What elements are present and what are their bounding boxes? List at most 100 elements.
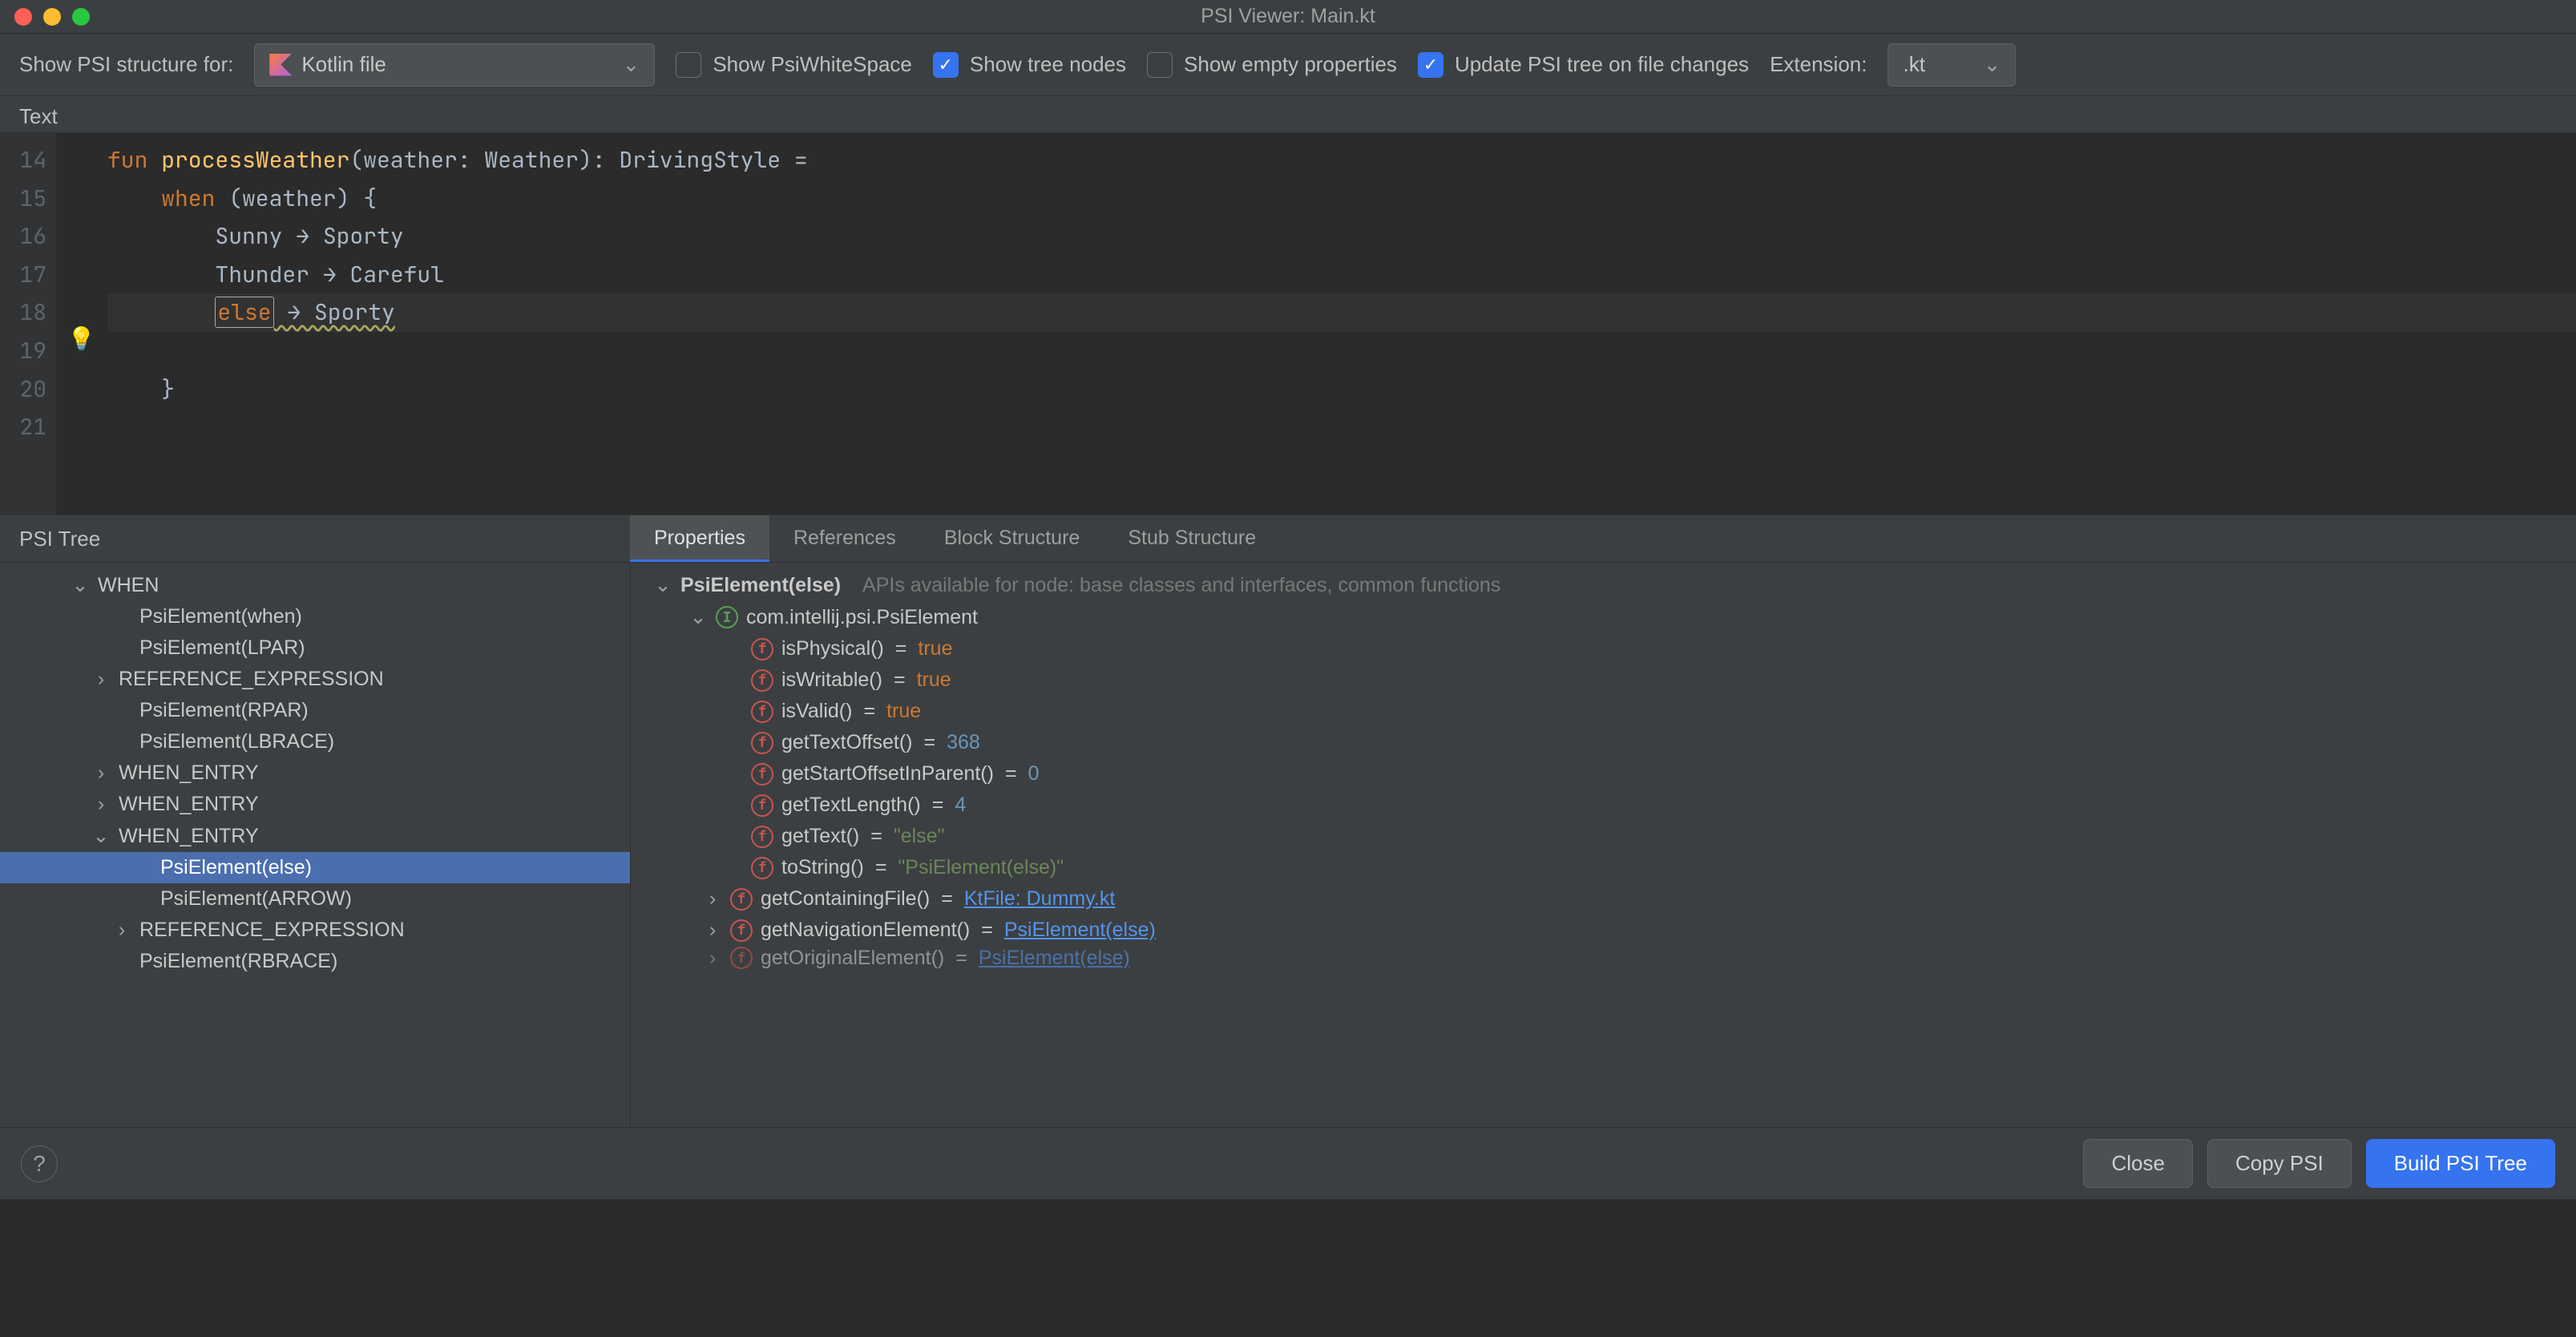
function-icon: f xyxy=(751,857,773,879)
property-row[interactable]: f getText() = "else" xyxy=(637,821,2576,852)
tab-block-structure[interactable]: Block Structure xyxy=(920,515,1104,562)
window-controls[interactable] xyxy=(0,8,90,26)
tree-node[interactable]: › WHEN_ENTRY xyxy=(0,789,630,820)
tree-node[interactable]: PsiElement(ARROW) xyxy=(0,883,630,915)
twisty-icon[interactable]: ⌄ xyxy=(688,605,708,629)
twisty-icon[interactable]: › xyxy=(91,668,111,691)
extension-label: Extension: xyxy=(1770,52,1867,77)
property-name: getContainingFile() xyxy=(761,887,930,911)
zoom-window-icon[interactable] xyxy=(72,8,90,26)
tree-node-label: PsiElement(RBRACE) xyxy=(139,950,337,973)
tree-node[interactable]: › REFERENCE_EXPRESSION xyxy=(0,915,630,946)
interface-header: ⌄ I com.intellij.psi.PsiElement xyxy=(637,601,2576,633)
property-row[interactable]: f isValid() = true xyxy=(637,696,2576,727)
show-tree-nodes-checkbox[interactable]: ✓ xyxy=(933,52,959,78)
tree-node[interactable]: PsiElement(LBRACE) xyxy=(0,726,630,757)
twisty-icon[interactable]: ⌄ xyxy=(91,824,111,848)
show-empty-properties-label: Show empty properties xyxy=(1184,52,1397,77)
twisty-icon[interactable]: ⌄ xyxy=(71,573,90,597)
tree-node-label: PsiElement(LPAR) xyxy=(139,636,305,660)
tabs: PropertiesReferencesBlock StructureStub … xyxy=(630,515,1280,562)
property-name: getStartOffsetInParent() xyxy=(781,762,994,786)
tab-references[interactable]: References xyxy=(769,515,920,562)
twisty-icon[interactable]: › xyxy=(703,947,722,970)
property-row[interactable]: f getTextOffset() = 368 xyxy=(637,727,2576,758)
tree-node-label: PsiElement(ARROW) xyxy=(160,887,352,911)
property-row[interactable]: › f getOriginalElement() = PsiElement(el… xyxy=(637,946,2576,970)
property-name: toString() xyxy=(781,856,864,879)
tree-node[interactable]: PsiElement(RBRACE) xyxy=(0,946,630,977)
tree-node-label: WHEN_ENTRY xyxy=(119,825,259,848)
update-tree-label: Update PSI tree on file changes xyxy=(1455,52,1749,77)
property-row[interactable]: › f getContainingFile() = KtFile: Dummy.… xyxy=(637,883,2576,915)
build-psi-tree-button[interactable]: Build PSI Tree xyxy=(2366,1139,2555,1188)
tree-node-label: WHEN xyxy=(98,574,159,597)
footer: ? Close Copy PSI Build PSI Tree xyxy=(0,1127,2576,1199)
tree-node[interactable]: PsiElement(else) xyxy=(0,852,630,883)
twisty-icon[interactable]: › xyxy=(91,761,111,785)
properties-pane[interactable]: ⌄ PsiElement(else) APIs available for no… xyxy=(630,563,2576,1127)
update-tree-checkbox[interactable]: ✓ xyxy=(1418,52,1443,78)
property-row[interactable]: f isPhysical() = true xyxy=(637,633,2576,664)
property-value[interactable]: PsiElement(else) xyxy=(1004,919,1156,942)
show-empty-properties-checkbox[interactable] xyxy=(1147,52,1173,78)
property-value: "else" xyxy=(894,825,945,848)
extension-combo[interactable]: .kt ⌄ xyxy=(1888,43,2016,87)
property-name: getText() xyxy=(781,825,859,848)
show-tree-nodes-label: Show tree nodes xyxy=(970,52,1126,77)
property-value: 368 xyxy=(947,731,980,754)
tree-node[interactable]: ⌄ WHEN xyxy=(0,569,630,601)
copy-psi-button[interactable]: Copy PSI xyxy=(2207,1139,2352,1188)
psi-tree[interactable]: ⌄ WHEN PsiElement(when) PsiElement(LPAR)… xyxy=(0,563,630,1127)
property-row[interactable]: f getTextLength() = 4 xyxy=(637,790,2576,821)
interface-icon: I xyxy=(716,606,738,628)
kotlin-icon xyxy=(269,54,292,76)
twisty-icon[interactable]: › xyxy=(112,919,131,942)
function-icon: f xyxy=(751,701,773,723)
tree-node-label: PsiElement(else) xyxy=(160,856,312,879)
property-value[interactable]: PsiElement(else) xyxy=(979,947,1130,970)
property-row[interactable]: f toString() = "PsiElement(else)" xyxy=(637,852,2576,883)
code-area[interactable]: fun processWeather(weather: Weather): Dr… xyxy=(99,133,2576,515)
editor-section-label: Text xyxy=(0,96,2576,133)
tree-node-label: PsiElement(when) xyxy=(139,605,302,628)
file-type-combo[interactable]: Kotlin file ⌄ xyxy=(254,43,655,87)
twisty-icon[interactable]: › xyxy=(91,793,111,816)
show-whitespace-checkbox[interactable] xyxy=(676,52,701,78)
minimize-window-icon[interactable] xyxy=(43,8,61,26)
twisty-icon[interactable]: ⌄ xyxy=(653,573,672,597)
tree-node[interactable]: › REFERENCE_EXPRESSION xyxy=(0,664,630,695)
chevron-down-icon: ⌄ xyxy=(1984,52,2001,77)
psi-tree-label: PSI Tree xyxy=(0,515,630,562)
twisty-icon[interactable]: › xyxy=(703,887,722,911)
property-row[interactable]: › f getNavigationElement() = PsiElement(… xyxy=(637,915,2576,946)
property-value: "PsiElement(else)" xyxy=(898,856,1064,879)
line-gutter: 1415161718192021 xyxy=(0,133,56,515)
tab-stub-structure[interactable]: Stub Structure xyxy=(1104,515,1280,562)
code-editor[interactable]: 1415161718192021 💡 fun processWeather(we… xyxy=(0,133,2576,515)
intention-bulb-icon[interactable]: 💡 xyxy=(67,324,95,353)
property-row[interactable]: f isWritable() = true xyxy=(637,664,2576,696)
tree-node[interactable]: PsiElement(when) xyxy=(0,601,630,632)
tree-node[interactable]: PsiElement(LPAR) xyxy=(0,632,630,664)
property-name: getNavigationElement() xyxy=(761,919,970,942)
close-button[interactable]: Close xyxy=(2083,1139,2192,1188)
tree-node-label: PsiElement(LBRACE) xyxy=(139,730,334,753)
function-icon: f xyxy=(730,947,753,969)
property-value: 4 xyxy=(955,794,966,817)
tree-node-label: WHEN_ENTRY xyxy=(119,793,259,816)
tab-properties[interactable]: Properties xyxy=(630,515,769,562)
close-window-icon[interactable] xyxy=(14,8,32,26)
property-name: isWritable() xyxy=(781,668,882,692)
tree-node[interactable]: › WHEN_ENTRY xyxy=(0,757,630,789)
help-button[interactable]: ? xyxy=(21,1145,58,1182)
tree-node[interactable]: PsiElement(RPAR) xyxy=(0,695,630,726)
function-icon: f xyxy=(751,763,773,786)
tree-node[interactable]: ⌄ WHEN_ENTRY xyxy=(0,820,630,852)
property-row[interactable]: f getStartOffsetInParent() = 0 xyxy=(637,758,2576,790)
property-value: true xyxy=(886,700,921,723)
property-value[interactable]: KtFile: Dummy.kt xyxy=(964,887,1115,911)
properties-header: ⌄ PsiElement(else) APIs available for no… xyxy=(637,569,2576,601)
twisty-icon[interactable]: › xyxy=(703,919,722,942)
function-icon: f xyxy=(751,732,773,754)
